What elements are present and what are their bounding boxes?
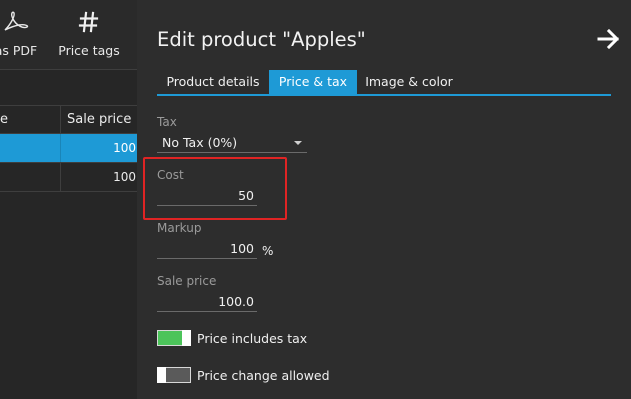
tab-image-color[interactable]: Image & color bbox=[357, 70, 461, 94]
column-header[interactable]: e bbox=[0, 106, 60, 134]
price-change-allowed-toggle[interactable] bbox=[157, 367, 191, 383]
export-pdf-button[interactable]: as PDF bbox=[0, 0, 44, 70]
price-tags-label: Price tags bbox=[58, 43, 120, 58]
markup-input[interactable]: 100 bbox=[157, 239, 257, 259]
price-includes-tax-label: Price includes tax bbox=[197, 330, 308, 346]
product-list-pane: as PDF Price tags e Sale price 100 100 bbox=[0, 0, 137, 399]
export-pdf-label: as PDF bbox=[0, 43, 38, 58]
price-change-allowed-row: Price change allowed bbox=[157, 366, 330, 384]
table-cell bbox=[0, 163, 60, 191]
tab-bar: Product details Price & tax Image & colo… bbox=[157, 70, 611, 96]
cost-label: Cost bbox=[157, 168, 184, 182]
toggle-knob bbox=[182, 330, 191, 346]
hash-icon bbox=[78, 8, 100, 36]
sale-price-input[interactable]: 100.0 bbox=[157, 292, 257, 312]
sale-price-cell: 100 bbox=[60, 163, 137, 191]
chevron-down-icon bbox=[294, 141, 302, 145]
price-change-allowed-label: Price change allowed bbox=[197, 367, 330, 383]
toolbar: as PDF Price tags bbox=[0, 0, 137, 70]
tax-select-value: No Tax (0%) bbox=[162, 135, 238, 150]
price-tags-button[interactable]: Price tags bbox=[58, 0, 120, 70]
column-header-sale-price[interactable]: Sale price bbox=[60, 106, 137, 134]
price-includes-tax-row: Price includes tax bbox=[157, 329, 307, 347]
cost-input[interactable]: 50 bbox=[157, 186, 257, 206]
table-row[interactable]: 100 bbox=[0, 134, 137, 163]
table-row[interactable]: 100 bbox=[0, 163, 137, 192]
tab-product-details[interactable]: Product details bbox=[157, 70, 269, 94]
app-root: as PDF Price tags e Sale price 100 100 bbox=[0, 0, 631, 399]
price-includes-tax-toggle[interactable] bbox=[157, 330, 191, 346]
pdf-icon bbox=[1, 8, 31, 36]
tab-price-tax[interactable]: Price & tax bbox=[269, 70, 357, 94]
panel-title: Edit product "Apples" bbox=[157, 28, 366, 51]
table-cell bbox=[0, 134, 60, 162]
tax-label: Tax bbox=[157, 115, 177, 129]
grid-header: e Sale price bbox=[0, 105, 137, 134]
sale-price-label: Sale price bbox=[157, 274, 217, 288]
edit-product-panel: Edit product "Apples" Product details Pr… bbox=[137, 0, 631, 399]
toggle-knob bbox=[157, 367, 166, 383]
tax-select[interactable]: No Tax (0%) bbox=[157, 133, 307, 153]
arrow-right-icon[interactable] bbox=[596, 28, 622, 50]
markup-unit: % bbox=[262, 244, 274, 258]
sale-price-cell: 100 bbox=[60, 134, 137, 162]
markup-label: Markup bbox=[157, 221, 202, 235]
